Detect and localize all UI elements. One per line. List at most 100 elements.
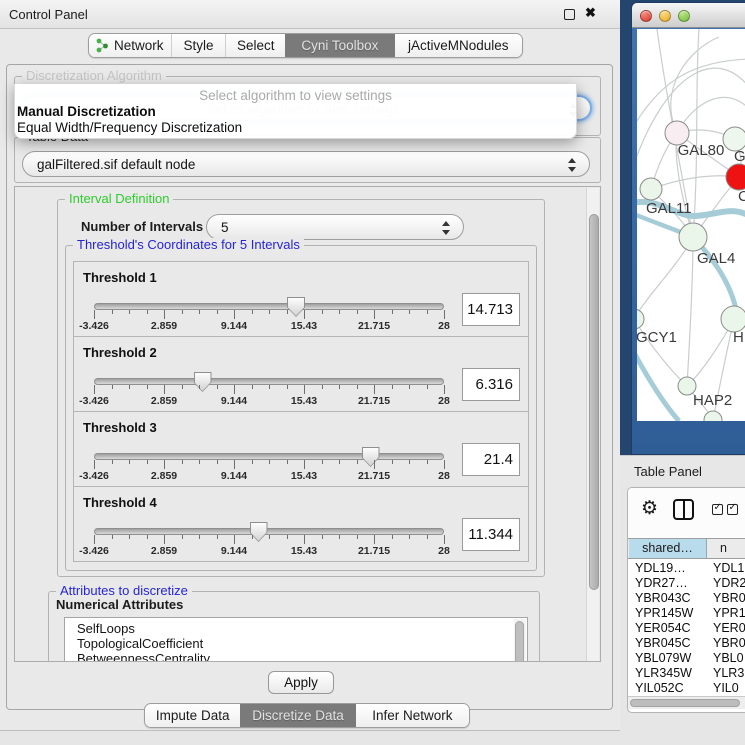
table-cell-shared-name[interactable]: YBL079W	[635, 651, 691, 666]
network-node-label: GAL11	[646, 200, 692, 217]
interval-definition-group-title: Interval Definition	[65, 192, 173, 206]
threshold-label: Threshold 3	[83, 420, 157, 435]
algorithm-dropdown-popup: Select algorithm to view settings Manual…	[14, 84, 577, 139]
close-icon[interactable]: ✖	[585, 5, 596, 21]
tab-label: Style	[183, 38, 213, 53]
combo-arrows-icon	[442, 221, 451, 235]
checkbox-icon[interactable]	[712, 504, 723, 515]
tab-label: Network	[114, 38, 164, 53]
network-node-gal4[interactable]	[679, 223, 707, 251]
network-window-titlebar	[632, 3, 745, 28]
table-data-combobox[interactable]: galFiltered.sif default node	[22, 151, 590, 177]
table-row[interactable]: YIL052C YIL0	[628, 681, 745, 696]
float-window-icon[interactable]	[564, 9, 575, 20]
table-hscrollbar-thumb[interactable]	[630, 699, 740, 707]
bottom-tab-impute-data[interactable]: Impute Data	[145, 704, 240, 727]
table-row[interactable]: YDL19… YDL1	[628, 561, 745, 576]
network-icon	[96, 38, 109, 53]
slider-track[interactable]	[94, 378, 444, 385]
network-window-area: GAL80GACGAL11GAL4GCY1HHAP2	[620, 0, 745, 455]
table-cell-shared-name[interactable]: YBR045C	[635, 636, 691, 651]
threshold-value-field[interactable]: 11.344	[462, 518, 520, 551]
table-cell-shared-name[interactable]: YPR145W	[635, 606, 693, 621]
table-cell-name[interactable]: YBL0	[713, 651, 744, 666]
tab-cyni-toolbox[interactable]: Cyni Toolbox	[285, 34, 394, 57]
network-node[interactable]	[704, 411, 722, 421]
slider-tick-labels: -3.4262.8599.14415.4321.71528	[94, 470, 444, 482]
table-row[interactable]: YBR045C YBR0	[628, 636, 745, 651]
table-cell-name[interactable]: YDL1	[713, 561, 744, 576]
table-row[interactable]: YBL079W YBL0	[628, 651, 745, 666]
network-node-label: GAL80	[678, 142, 725, 159]
algorithm-option-1[interactable]: Equal Width/Frequency Discretization	[17, 120, 242, 135]
table-cell-shared-name[interactable]: YER054C	[635, 621, 691, 636]
table-row[interactable]: YBR043C YBR0	[628, 591, 745, 606]
attribute-list-item[interactable]: BetweennessCentrality	[65, 651, 527, 662]
column-header-name[interactable]: n	[708, 539, 745, 558]
tab-style[interactable]: Style	[171, 34, 226, 57]
attributes-list-scrollbar-thumb[interactable]	[515, 621, 524, 662]
threshold-value-field[interactable]: 6.316	[462, 368, 520, 401]
slider-track[interactable]	[94, 303, 444, 310]
slider-tick-labels: -3.4262.8599.14415.4321.71528	[94, 320, 444, 332]
attribute-list-item[interactable]: SelfLoops	[65, 621, 527, 636]
table-row[interactable]: YDR27… YDR2	[628, 576, 745, 591]
tab-jactivemnodules[interactable]: jActiveMNodules	[395, 34, 522, 57]
settings-scrollbar-thumb[interactable]	[589, 214, 599, 590]
checkbox-icon[interactable]	[727, 504, 738, 515]
table-cell-shared-name[interactable]: YLR345W	[635, 666, 692, 681]
attribute-list-item[interactable]: TopologicalCoefficient	[65, 636, 527, 651]
zoom-traffic-light-icon[interactable]	[678, 10, 690, 22]
split-panel-icon[interactable]	[673, 499, 694, 520]
attributes-list-scrollbar[interactable]	[514, 619, 526, 662]
table-cell-name[interactable]: YIL0	[713, 681, 739, 696]
table-toolbar: ⚙	[628, 488, 745, 538]
threshold-label: Threshold 4	[83, 495, 157, 510]
table-horizontal-scrollbar[interactable]	[628, 696, 745, 709]
bottom-tab-label: Discretize Data	[252, 708, 344, 723]
table-cell-name[interactable]: YLR3	[713, 666, 744, 681]
table-cell-shared-name[interactable]: YDL19…	[635, 561, 686, 576]
table-body: YDL19…YDL1YDR27…YDR2YBR043CYBR0YPR145WYP…	[628, 561, 745, 696]
table-row[interactable]: YLR345W YLR3	[628, 666, 745, 681]
minimize-traffic-light-icon[interactable]	[659, 10, 671, 22]
algorithm-option-0[interactable]: Manual Discretization	[17, 104, 156, 119]
table-panel-header: Table Panel	[620, 455, 745, 485]
table-cell-shared-name[interactable]: YIL052C	[635, 681, 684, 696]
threshold-label: Threshold 2	[83, 345, 157, 360]
settings-vertical-scrollbar[interactable]	[586, 188, 599, 662]
table-cell-name[interactable]: YDR2	[713, 576, 745, 591]
table-cell-name[interactable]: YBR0	[713, 636, 745, 651]
table-cell-name[interactable]: YER0	[713, 621, 745, 636]
threshold-value-field[interactable]: 21.4	[462, 443, 520, 476]
apply-button[interactable]: Apply	[268, 671, 334, 694]
column-header-shared[interactable]: shared…	[629, 539, 707, 558]
top-tab-bar: Network Style Select Cyni Toolbox jActiveMNo…	[88, 33, 523, 58]
numerical-attributes-label: Numerical Attributes	[56, 597, 183, 612]
table-cell-name[interactable]: YBR0	[713, 591, 745, 606]
close-traffic-light-icon[interactable]	[640, 10, 652, 22]
network-node-gcy1[interactable]	[637, 309, 644, 329]
threshold-label: Threshold 1	[83, 270, 157, 285]
tab-label: Cyni Toolbox	[301, 38, 378, 53]
network-canvas[interactable]: GAL80GACGAL11GAL4GCY1HHAP2	[637, 29, 745, 421]
table-cell-name[interactable]: YPR1	[713, 606, 745, 621]
tab-select[interactable]: Select	[225, 34, 285, 57]
threshold-value-field[interactable]: 14.713	[462, 293, 520, 326]
bottom-tab-discretize-data[interactable]: Discretize Data	[240, 704, 355, 727]
slider-track[interactable]	[94, 453, 444, 460]
table-cell-shared-name[interactable]: YDR27…	[635, 576, 688, 591]
numerical-attributes-list[interactable]: SelfLoopsTopologicalCoefficientBetweenne…	[64, 617, 528, 662]
table-header-row: shared… n	[628, 538, 745, 559]
slider-tick-labels: -3.4262.8599.14415.4321.71528	[94, 545, 444, 557]
table-row[interactable]: YPR145W YPR1	[628, 606, 745, 621]
table-row[interactable]: YER054C YER0	[628, 621, 745, 636]
table-cell-shared-name[interactable]: YBR043C	[635, 591, 691, 606]
slider-track[interactable]	[94, 528, 444, 535]
gear-icon[interactable]: ⚙	[641, 497, 658, 519]
network-node-c[interactable]	[726, 164, 745, 190]
network-node-gal11[interactable]	[640, 178, 662, 200]
bottom-tab-infer-network[interactable]: Infer Network	[356, 704, 469, 727]
tab-network[interactable]: Network	[89, 34, 171, 57]
table-panel-title: Table Panel	[634, 464, 702, 479]
